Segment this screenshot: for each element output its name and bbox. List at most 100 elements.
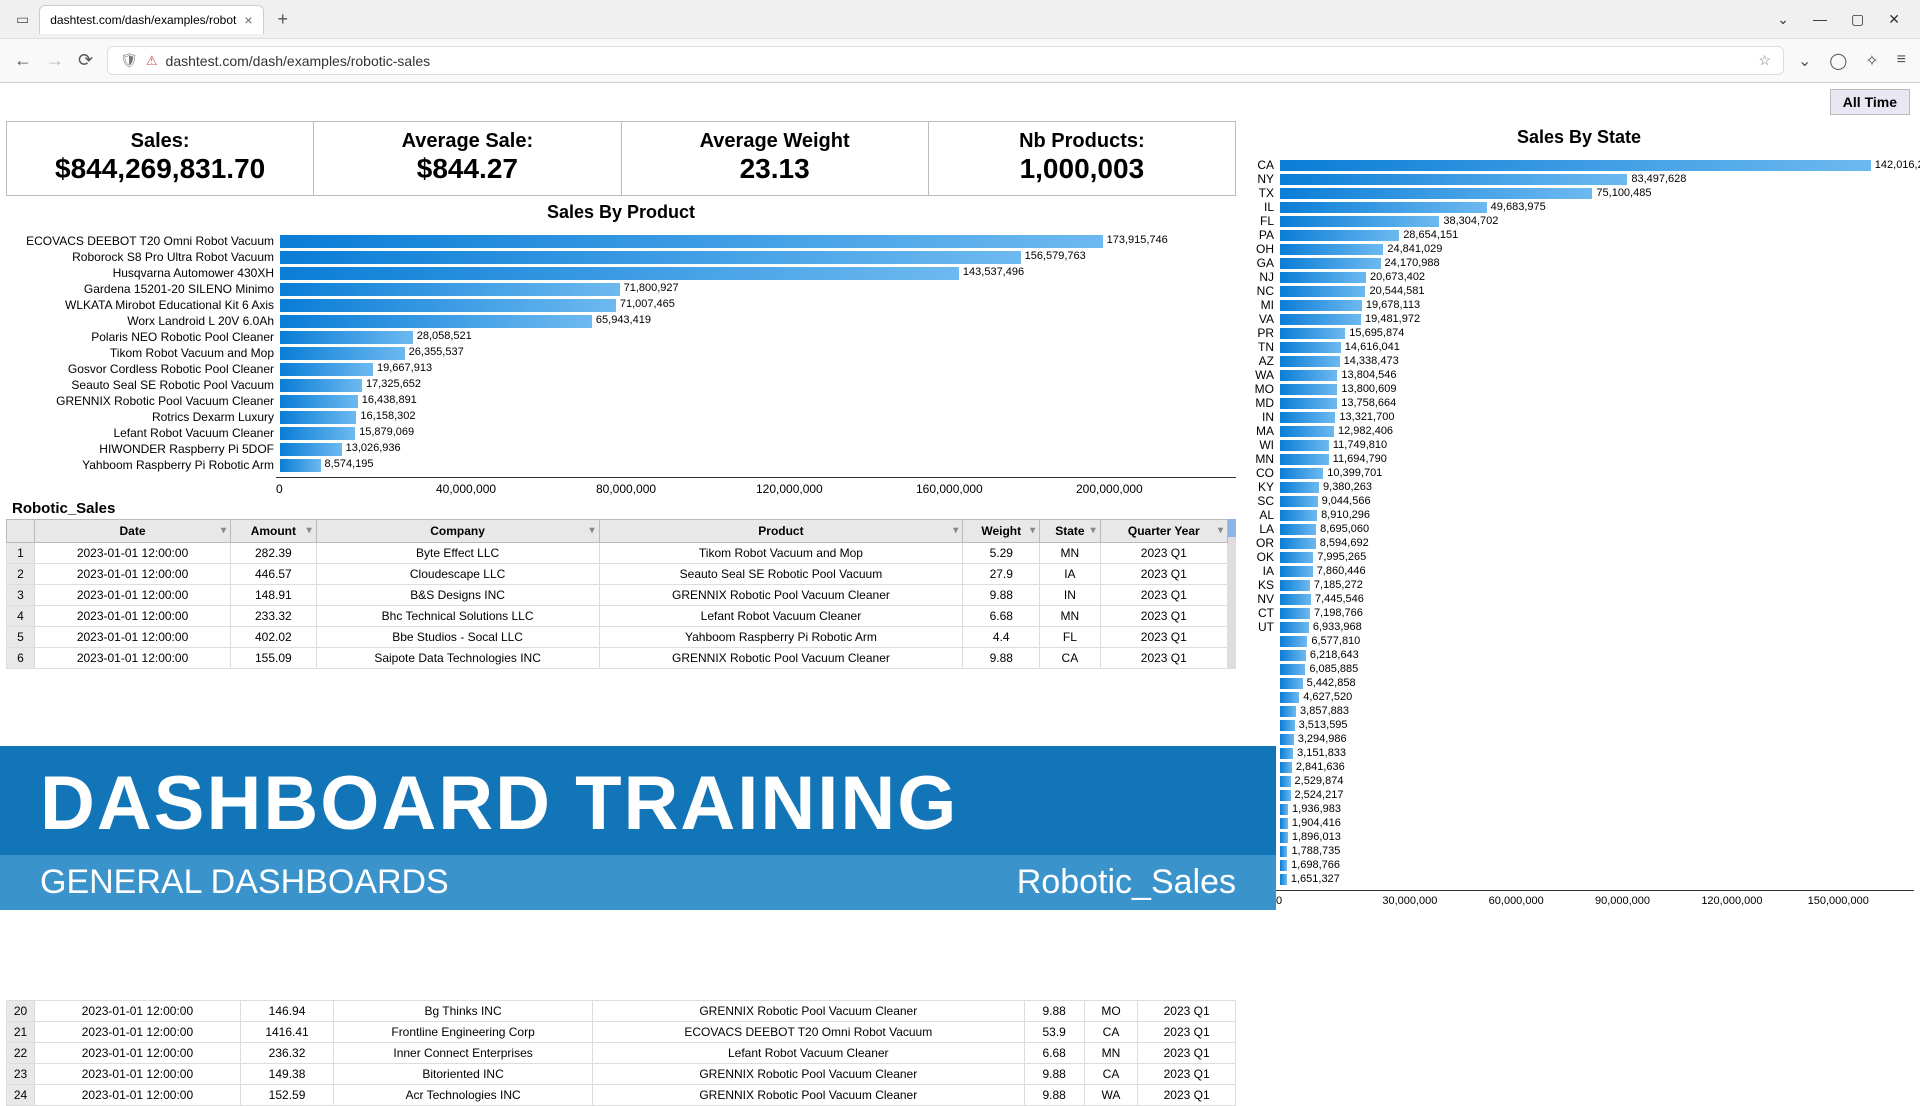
chart-bar-row: OK 7,995,265	[1248, 550, 1904, 564]
table-cell: 2023 Q1	[1100, 585, 1227, 606]
sales-table[interactable]: Date▾Amount▾Company▾Product▾Weight▾State…	[6, 519, 1228, 669]
menu-icon[interactable]: ≡	[1897, 51, 1906, 71]
kpi-value: $844,269,831.70	[7, 153, 313, 185]
bar-value-label: 16,158,302	[356, 410, 415, 422]
maximize-icon[interactable]: ▢	[1851, 11, 1864, 28]
bar-value-label: 28,654,151	[1399, 229, 1458, 241]
tab-bar: ▭ dashtest.com/dash/examples/robot × + ⌄…	[0, 0, 1920, 38]
table-row[interactable]: 242023-01-01 12:00:00152.59Acr Technolog…	[7, 1085, 1236, 1106]
chart-bar-row: 2,529,874	[1248, 774, 1904, 788]
url-text: dashtest.com/dash/examples/robotic-sales	[166, 53, 431, 69]
column-header[interactable]: Quarter Year▾	[1100, 520, 1227, 543]
column-header[interactable]: Product▾	[599, 520, 963, 543]
bar-value-label: 13,026,936	[342, 442, 401, 454]
sales-table-continued[interactable]: 202023-01-01 12:00:00146.94Bg Thinks INC…	[6, 1000, 1236, 1106]
sales-by-state-chart[interactable]: CA 142,016,262 NY 83,497,628 TX 75,100,4…	[1244, 154, 1914, 890]
bar-category-label: TX	[1248, 186, 1280, 200]
table-scrollbar[interactable]	[1228, 519, 1236, 669]
table-row[interactable]: 52023-01-01 12:00:00402.02Bbe Studios - …	[7, 627, 1228, 648]
bar-category-label: Yahboom Raspberry Pi Robotic Arm	[10, 458, 280, 472]
bar-category-label: GA	[1248, 256, 1280, 270]
chart-bar-row: MN 11,694,790	[1248, 452, 1904, 466]
chevron-down-icon[interactable]: ⌄	[1777, 11, 1789, 28]
minimize-icon[interactable]: —	[1813, 11, 1827, 28]
kpi-value: $844.27	[314, 153, 620, 185]
sales-by-product-chart[interactable]: ECOVACS DEEBOT T20 Omni Robot Vacuum 173…	[6, 229, 1236, 477]
chart-bar-row: KY 9,380,263	[1248, 480, 1904, 494]
bar-category-label: IN	[1248, 410, 1280, 424]
column-header[interactable]: State▾	[1040, 520, 1100, 543]
url-input[interactable]: 🛡 ⚠ dashtest.com/dash/examples/robotic-s…	[107, 46, 1784, 75]
chart-bar-row: OH 24,841,029	[1248, 242, 1904, 256]
shield-icon[interactable]: 🛡	[120, 52, 138, 69]
extensions-icon[interactable]: ✧	[1865, 51, 1878, 71]
filter-bar: All Time	[0, 83, 1920, 121]
column-header[interactable]: Amount▾	[231, 520, 317, 543]
bar-value-label: 1,896,013	[1288, 831, 1341, 843]
column-header[interactable]: Company▾	[316, 520, 599, 543]
table-row[interactable]: 12023-01-01 12:00:00282.39Byte Effect LL…	[7, 543, 1228, 564]
table-row[interactable]: 222023-01-01 12:00:00236.32Inner Connect…	[7, 1043, 1236, 1064]
bar-value-label: 3,857,883	[1296, 705, 1349, 717]
column-header[interactable]: Weight▾	[963, 520, 1040, 543]
bar-category-label: HIWONDER Raspberry Pi 5DOF	[10, 442, 280, 456]
bar-value-label: 14,616,041	[1341, 341, 1400, 353]
table-row[interactable]: 212023-01-01 12:00:001416.41Frontline En…	[7, 1022, 1236, 1043]
axis-tick: 0	[1276, 895, 1382, 907]
table-cell: 152.59	[240, 1085, 333, 1106]
bar-value-label: 65,943,419	[592, 314, 651, 326]
bar-value-label: 19,667,913	[373, 362, 432, 374]
bookmark-icon[interactable]: ☆	[1758, 52, 1771, 69]
table-row[interactable]: 62023-01-01 12:00:00155.09Saipote Data T…	[7, 648, 1228, 669]
pocket-icon[interactable]: ⌄	[1798, 51, 1811, 71]
filter-icon[interactable]: ▾	[1218, 525, 1223, 536]
state-chart-title: Sales By State	[1244, 121, 1914, 154]
filter-icon[interactable]: ▾	[590, 525, 595, 536]
bar-value-label: 24,170,988	[1381, 257, 1440, 269]
filter-icon[interactable]: ▾	[1030, 525, 1035, 536]
bar-category-label: WA	[1248, 368, 1280, 382]
table-row[interactable]: 22023-01-01 12:00:00446.57Cloudescape LL…	[7, 564, 1228, 585]
chart-bar-row: Lefant Robot Vacuum Cleaner 15,879,069	[10, 425, 1226, 441]
new-tab-button[interactable]: +	[268, 9, 299, 30]
column-header[interactable]: Date▾	[35, 520, 231, 543]
time-filter-button[interactable]: All Time	[1830, 89, 1910, 115]
browser-tab[interactable]: dashtest.com/dash/examples/robot ×	[39, 5, 263, 34]
kpi-label: Average Sale:	[314, 130, 620, 153]
address-bar: ← → ⟳ 🛡 ⚠ dashtest.com/dash/examples/rob…	[0, 38, 1920, 82]
close-window-icon[interactable]: ✕	[1888, 11, 1900, 28]
table-cell: 282.39	[231, 543, 317, 564]
bar-category-label: Gardena 15201-20 SILENO Minimo	[10, 282, 280, 296]
bar-value-label: 8,574,195	[321, 458, 374, 470]
bar-category-label: AZ	[1248, 354, 1280, 368]
table-row[interactable]: 32023-01-01 12:00:00148.91B&S Designs IN…	[7, 585, 1228, 606]
kpi-label: Nb Products:	[929, 130, 1235, 153]
chart-bar-row: Roborock S8 Pro Ultra Robot Vacuum 156,5…	[10, 249, 1226, 265]
reload-button[interactable]: ⟳	[78, 50, 93, 71]
row-number: 24	[7, 1085, 35, 1106]
bar-category-label: OK	[1248, 550, 1280, 564]
table-cell: 1416.41	[240, 1022, 333, 1043]
table-cell: Inner Connect Enterprises	[334, 1043, 593, 1064]
table-cell: 53.9	[1024, 1022, 1084, 1043]
chart-bar-row: OR 8,594,692	[1248, 536, 1904, 550]
axis-tick: 120,000,000	[1701, 895, 1807, 907]
table-row[interactable]: 232023-01-01 12:00:00149.38Bitoriented I…	[7, 1064, 1236, 1085]
table-cell: IA	[1040, 564, 1100, 585]
table-cell: GRENNIX Robotic Pool Vacuum Cleaner	[592, 1001, 1024, 1022]
filter-icon[interactable]: ▾	[221, 525, 226, 536]
table-row[interactable]: 202023-01-01 12:00:00146.94Bg Thinks INC…	[7, 1001, 1236, 1022]
account-icon[interactable]: ◯	[1829, 51, 1847, 71]
back-button[interactable]: ←	[14, 50, 32, 71]
tab-list-icon[interactable]: ▭	[10, 11, 35, 28]
close-icon[interactable]: ×	[244, 12, 252, 28]
filter-icon[interactable]: ▾	[307, 525, 312, 536]
table-cell: GRENNIX Robotic Pool Vacuum Cleaner	[599, 585, 963, 606]
table-row[interactable]: 42023-01-01 12:00:00233.32Bhc Technical …	[7, 606, 1228, 627]
filter-icon[interactable]: ▾	[953, 525, 958, 536]
axis-tick: 160,000,000	[916, 482, 1076, 496]
lock-icon[interactable]: ⚠	[146, 53, 158, 69]
bar-category-label: Lefant Robot Vacuum Cleaner	[10, 426, 280, 440]
chart-bar-row: 1,936,983	[1248, 802, 1904, 816]
filter-icon[interactable]: ▾	[1091, 525, 1096, 536]
